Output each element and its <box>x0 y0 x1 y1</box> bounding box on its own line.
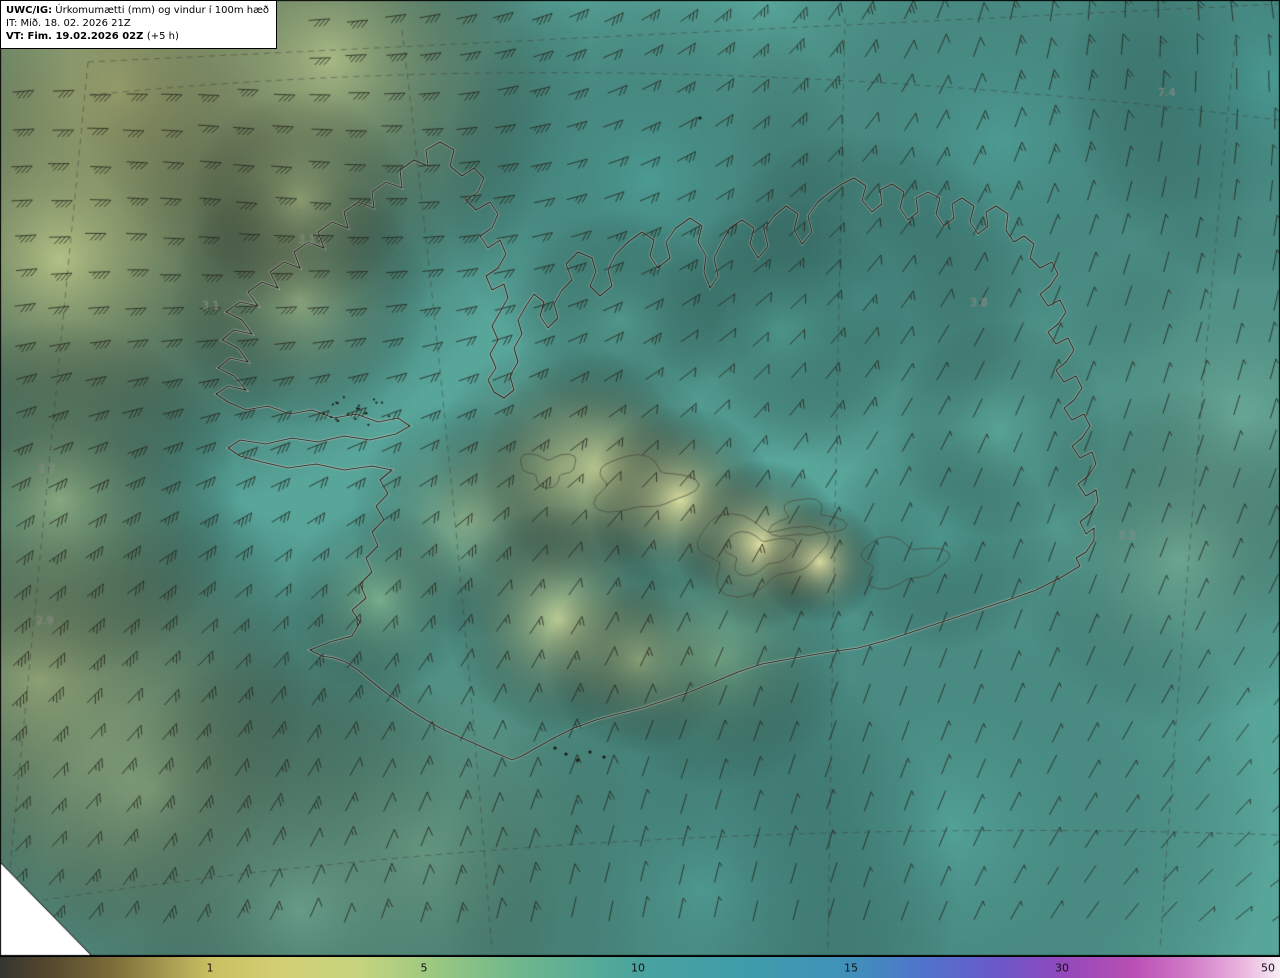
map-title-box: UWC/IG: Úrkomumætti (mm) og vindur í 100… <box>0 0 278 49</box>
model-label: UWC/IG: <box>6 5 53 16</box>
valid-time-value: Fim. 19.02.2026 02Z <box>27 31 144 43</box>
valid-time-offset: (+5 h) <box>146 31 179 43</box>
weather-map-app: UWC/IG: Úrkomumætti (mm) og vindur í 100… <box>0 0 1280 978</box>
title-line-init-time: IT: Mið. 18. 02. 2026 21Z <box>6 18 131 30</box>
weather-map-canvas <box>0 0 1280 956</box>
precipitation-colorbar: 1 5 10 15 30 50 <box>0 956 1280 978</box>
colorbar-tick-label: 10 <box>631 961 645 974</box>
title-line-product: UWC/IG: Úrkomumætti (mm) og vindur í 100… <box>6 4 269 17</box>
product-title: Úrkomumætti (mm) og vindur í 100m hæð <box>55 5 270 16</box>
colorbar-tick-label: 50 <box>1261 961 1275 974</box>
title-line-valid-time: VT: Fim. 19.02.2026 02Z (+5 h) <box>6 30 269 43</box>
colorbar-tick-label: 15 <box>844 961 858 974</box>
colorbar-tick-label: 5 <box>420 961 428 974</box>
colorbar-tick-label: 30 <box>1055 961 1069 974</box>
colorbar-tick-label: 1 <box>206 961 214 974</box>
valid-time-label: VT: <box>6 31 25 43</box>
